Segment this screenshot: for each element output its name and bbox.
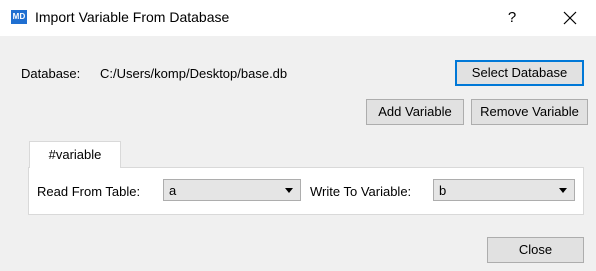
write-to-variable-select[interactable]: b bbox=[433, 179, 575, 201]
write-to-variable-label: Write To Variable: bbox=[310, 184, 412, 199]
tab-variable[interactable]: #variable bbox=[29, 141, 121, 168]
close-icon bbox=[563, 11, 577, 25]
close-window-button[interactable] bbox=[558, 6, 582, 30]
remove-variable-button[interactable]: Remove Variable bbox=[471, 99, 588, 125]
chevron-down-icon bbox=[559, 188, 567, 193]
chevron-down-icon bbox=[285, 188, 293, 193]
title-bar: MD Import Variable From Database ? bbox=[0, 0, 596, 36]
help-button[interactable]: ? bbox=[500, 6, 524, 30]
database-path: C:/Users/komp/Desktop/base.db bbox=[100, 66, 288, 81]
close-button[interactable]: Close bbox=[487, 237, 584, 263]
window-title: Import Variable From Database bbox=[35, 9, 230, 25]
tab-panel: Read From Table: a Write To Variable: b bbox=[28, 167, 584, 215]
add-variable-button[interactable]: Add Variable bbox=[366, 99, 464, 125]
database-label: Database: bbox=[21, 66, 81, 81]
read-from-table-label: Read From Table: bbox=[37, 184, 141, 199]
select-database-button[interactable]: Select Database bbox=[455, 60, 584, 86]
app-icon: MD bbox=[11, 10, 27, 24]
read-from-table-select[interactable]: a bbox=[163, 179, 301, 201]
write-to-variable-value: b bbox=[439, 183, 447, 198]
read-from-table-value: a bbox=[169, 183, 177, 198]
